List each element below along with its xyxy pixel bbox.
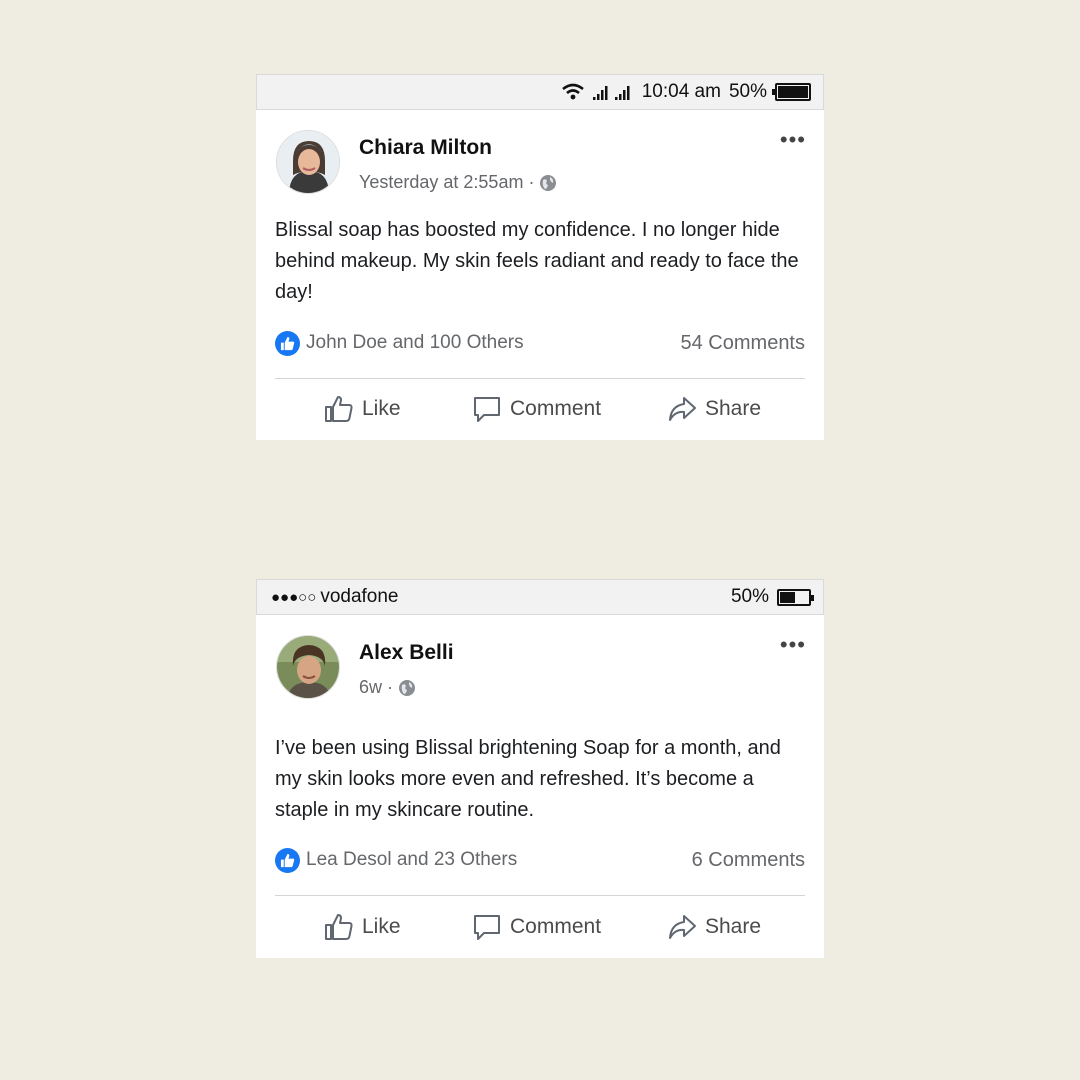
carrier-name: vodafone [320, 586, 399, 607]
comment-icon [474, 397, 500, 422]
action-bar: Like Comment Share [256, 902, 824, 952]
globe-icon [540, 174, 557, 191]
likes-summary[interactable]: Lea Desol and 23 Others [275, 847, 518, 873]
status-bar: ●●●○○ vodafone 50% [256, 579, 824, 615]
battery-icon [777, 588, 814, 606]
post-card: 10:04 am 50% Chiara Milton Yesterday at … [256, 74, 824, 440]
share-button[interactable]: Share [667, 384, 761, 434]
meta-separator: · [528, 172, 535, 192]
comment-label: Comment [510, 397, 602, 420]
comment-icon [474, 915, 500, 940]
meta-separator: · [387, 677, 394, 697]
post-text: Blissal soap has boosted my confidence. … [275, 219, 799, 303]
signal-dots-icon: ●●●○○ [271, 588, 317, 606]
action-bar: Like Comment Share [256, 384, 824, 434]
avatar[interactable] [276, 130, 340, 194]
like-button[interactable]: Like [324, 902, 401, 952]
divider [275, 378, 805, 379]
share-icon [669, 915, 696, 939]
like-reaction-icon [275, 847, 300, 873]
comment-button[interactable]: Comment [472, 902, 601, 952]
share-label: Share [705, 397, 762, 420]
comments-count[interactable]: 6 Comments [692, 849, 805, 872]
like-label: Like [362, 915, 401, 938]
divider [275, 895, 805, 896]
battery-percent: 50% [730, 586, 769, 607]
author-name[interactable]: Alex Belli [359, 641, 454, 665]
reactions-bar: Lea Desol and 23 Others 6 Comments [275, 845, 805, 875]
signal-bars-icon [592, 86, 630, 100]
status-time: 10:04 am [641, 81, 721, 102]
post-meta: 6w · [359, 677, 416, 698]
status-bar: 10:04 am 50% [256, 74, 824, 110]
wifi-icon [561, 83, 584, 100]
more-options-icon[interactable]: ••• [780, 634, 806, 656]
thumbs-up-icon [325, 396, 353, 422]
share-icon [669, 397, 696, 421]
comments-count[interactable]: 54 Comments [681, 332, 806, 355]
globe-icon [399, 679, 416, 696]
battery-percent: 50% [728, 81, 767, 102]
author-name[interactable]: Chiara Milton [359, 136, 492, 160]
like-reaction-icon [275, 330, 300, 356]
comment-button[interactable]: Comment [472, 384, 601, 434]
more-options-icon[interactable]: ••• [780, 129, 806, 151]
post-meta: Yesterday at 2:55am · [359, 172, 557, 193]
share-button[interactable]: Share [667, 902, 761, 952]
likes-summary[interactable]: John Doe and 100 Others [275, 330, 524, 356]
post-card: ●●●○○ vodafone 50% Alex Belli 6w · ••• I… [256, 579, 824, 958]
avatar[interactable] [276, 635, 340, 699]
like-label: Like [362, 397, 401, 420]
comment-label: Comment [510, 915, 602, 938]
post-timestamp[interactable]: 6w [359, 677, 382, 698]
like-button[interactable]: Like [324, 384, 401, 434]
reactions-bar: John Doe and 100 Others 54 Comments [275, 328, 805, 358]
likes-text: John Doe and 100 Others [306, 332, 524, 353]
thumbs-up-icon [325, 914, 353, 940]
likes-text: Lea Desol and 23 Others [306, 849, 518, 870]
post-text: I’ve been using Blissal brightening Soap… [275, 737, 781, 821]
post-timestamp[interactable]: Yesterday at 2:55am [359, 172, 523, 193]
share-label: Share [705, 915, 762, 938]
battery-icon [772, 83, 811, 101]
